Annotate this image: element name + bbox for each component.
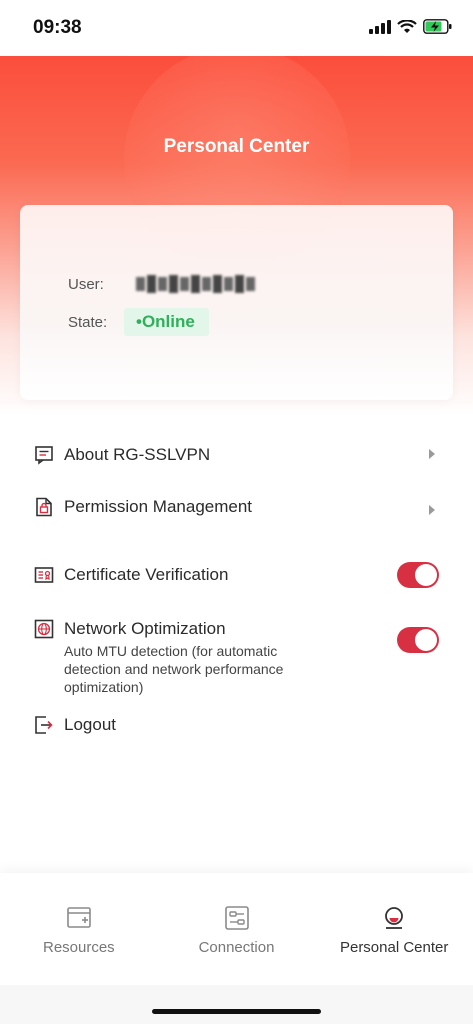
menu-item-network: Network Optimization Auto MTU detection … [34, 618, 439, 696]
page-title: Personal Center [163, 136, 310, 157]
tab-resources-label: Resources [42, 939, 115, 956]
state-label: State: [68, 313, 108, 331]
chevron-right-icon [429, 505, 435, 515]
battery-charging-icon [423, 19, 452, 34]
menu-item-permission[interactable]: Permission Management [34, 496, 439, 518]
user-card: User: liqiang1 State: •Online [20, 205, 453, 400]
connection-icon [224, 906, 249, 930]
bottom-safe-area [0, 985, 473, 1024]
user-value: liqiang1 [136, 273, 255, 296]
state-row: State: •Online [68, 308, 209, 336]
certificate-icon [34, 567, 54, 583]
network-toggle[interactable] [397, 627, 439, 653]
menu-item-about[interactable]: About RG-SSLVPN [34, 444, 439, 466]
globe-icon [34, 619, 54, 639]
certificate-toggle[interactable] [397, 562, 439, 588]
home-indicator[interactable] [152, 1009, 321, 1014]
user-name-pixelated [136, 273, 255, 295]
menu-item-logout[interactable]: Logout [34, 714, 439, 736]
bottom-navigation: Resources Connection Personal Center [0, 873, 473, 985]
user-row: User: liqiang1 [68, 273, 255, 296]
network-description: Auto MTU detection (for automatic detect… [64, 643, 284, 695]
message-icon [35, 446, 53, 465]
chevron-right-icon [429, 449, 435, 459]
network-label: Network Optimization [64, 619, 226, 638]
permission-label: Permission Management [64, 497, 253, 516]
signal-icon [369, 19, 391, 34]
tab-resources[interactable]: Resources [0, 873, 158, 985]
menu-item-certificate: Certificate Verification [34, 562, 439, 588]
tab-personal-center-label: Personal Center [339, 939, 449, 956]
logout-icon [35, 716, 53, 734]
status-icons [369, 19, 453, 34]
status-bar: 09:38 [0, 0, 473, 56]
document-lock-icon [36, 497, 52, 517]
user-label: User: [68, 276, 104, 293]
resources-icon [67, 907, 91, 928]
certificate-label: Certificate Verification [64, 565, 229, 584]
wifi-icon [397, 19, 417, 33]
status-time: 09:38 [33, 17, 82, 38]
status-badge: •Online [124, 308, 209, 336]
tab-connection-label: Connection [198, 939, 275, 956]
person-icon [385, 907, 404, 929]
tab-personal-center[interactable]: Personal Center [315, 873, 473, 985]
about-label: About RG-SSLVPN [64, 445, 211, 464]
logout-label: Logout [64, 715, 116, 734]
tab-connection[interactable]: Connection [158, 873, 316, 985]
